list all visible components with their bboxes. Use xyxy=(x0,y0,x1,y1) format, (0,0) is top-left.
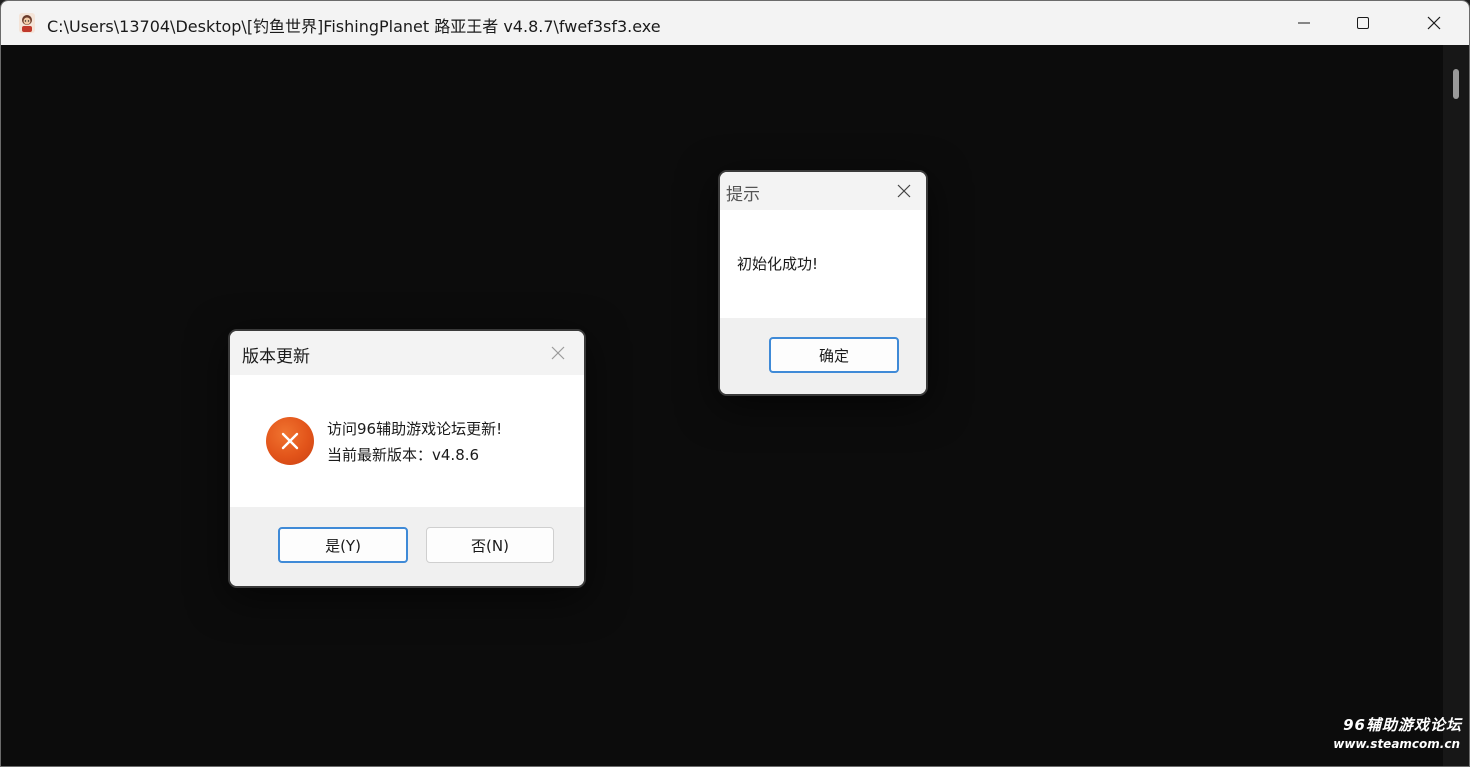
error-icon xyxy=(266,417,314,465)
update-dialog-title: 版本更新 xyxy=(242,347,310,367)
minimize-icon xyxy=(1298,22,1310,24)
close-button[interactable] xyxy=(1399,1,1469,45)
console-area[interactable] xyxy=(3,45,1443,765)
info-message: 初始化成功! xyxy=(737,255,819,273)
info-dialog-footer: 确定 xyxy=(720,318,926,394)
update-dialog-footer: 是(Y) 否(N) xyxy=(230,507,584,586)
watermark-title: 96辅助游戏论坛 xyxy=(1343,716,1462,734)
update-dialog: 版本更新 访问96辅助游戏论坛更新! 当前最新版本：v4.8.6 是(Y) 否(… xyxy=(228,329,586,588)
update-dialog-titlebar[interactable]: 版本更新 xyxy=(230,331,584,375)
maximize-button[interactable] xyxy=(1328,1,1398,45)
watermark-url: www.steamcom.cn xyxy=(1333,737,1460,751)
window-titlebar[interactable]: C:\Users\13704\Desktop\[钓鱼世界]FishingPlan… xyxy=(1,1,1469,45)
ok-button[interactable]: 确定 xyxy=(769,337,899,373)
update-dialog-close-button[interactable] xyxy=(544,339,572,367)
update-dialog-body: 访问96辅助游戏论坛更新! 当前最新版本：v4.8.6 xyxy=(230,375,584,507)
update-message-line1: 访问96辅助游戏论坛更新! xyxy=(327,420,503,438)
window-title: C:\Users\13704\Desktop\[钓鱼世界]FishingPlan… xyxy=(47,17,661,36)
yes-button[interactable]: 是(Y) xyxy=(278,527,408,563)
scrollbar-thumb[interactable] xyxy=(1453,69,1459,99)
x-mark-icon xyxy=(281,432,299,450)
info-dialog-title: 提示 xyxy=(726,185,760,205)
fish-app-icon xyxy=(19,13,35,33)
close-icon xyxy=(551,346,565,360)
close-icon xyxy=(897,184,911,198)
no-button[interactable]: 否(N) xyxy=(426,527,554,563)
close-icon xyxy=(1427,16,1441,30)
info-dialog-titlebar[interactable]: 提示 xyxy=(720,172,926,210)
update-message-line2: 当前最新版本：v4.8.6 xyxy=(327,446,480,464)
maximize-icon xyxy=(1357,17,1369,29)
info-dialog-close-button[interactable] xyxy=(890,177,918,205)
info-dialog-body: 初始化成功! xyxy=(720,210,926,318)
info-dialog: 提示 初始化成功! 确定 xyxy=(718,170,928,396)
vertical-scrollbar[interactable] xyxy=(1443,45,1469,766)
